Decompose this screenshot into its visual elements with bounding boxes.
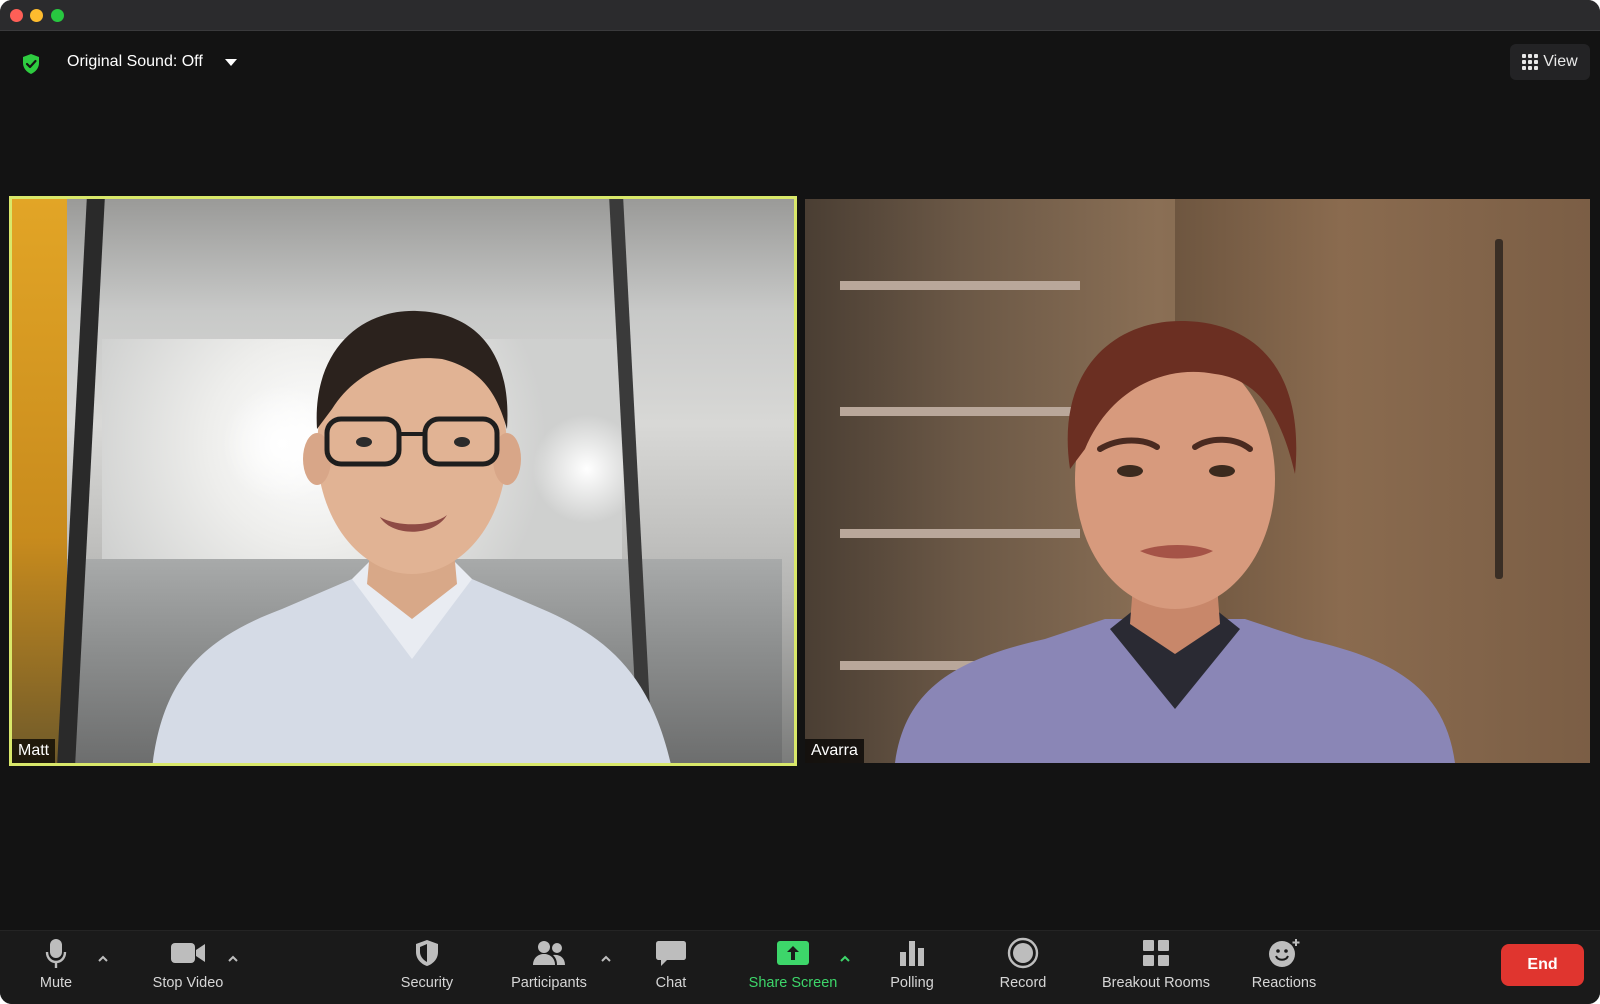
breakout-rooms-label: Breakout Rooms — [1102, 975, 1210, 991]
stop-video-label: Stop Video — [152, 975, 224, 991]
record-label: Record — [999, 975, 1047, 991]
polling-label: Polling — [890, 975, 934, 991]
security-shield-icon — [413, 931, 441, 975]
record-button[interactable]: Record — [998, 931, 1048, 1004]
video-tile-avarra[interactable]: Avarra — [805, 199, 1590, 763]
video-tile-matt[interactable]: Matt — [9, 196, 797, 766]
breakout-rooms-button[interactable]: Breakout Rooms — [1100, 931, 1212, 1004]
security-label: Security — [400, 975, 454, 991]
share-screen-label: Share Screen — [748, 975, 838, 991]
participants-icon — [531, 931, 567, 975]
end-meeting-button[interactable]: End — [1501, 944, 1584, 986]
reactions-button[interactable]: Reactions — [1251, 931, 1317, 1004]
security-button[interactable]: Security — [395, 931, 459, 1004]
original-sound-toggle[interactable]: Original Sound: Off — [67, 53, 237, 71]
cabinet-handle — [1495, 239, 1503, 579]
participant-video-matt — [152, 310, 671, 763]
breakout-rooms-icon — [1141, 931, 1171, 975]
grid-view-icon — [1522, 54, 1539, 70]
chat-label: Chat — [655, 975, 687, 991]
bar-chart-icon — [897, 931, 927, 975]
original-sound-label: Original Sound: Off — [67, 53, 203, 70]
close-window-button[interactable] — [10, 9, 23, 22]
window-titlebar — [0, 0, 1600, 31]
chevron-down-icon[interactable] — [224, 58, 237, 66]
share-screen-options-chevron-icon[interactable] — [839, 953, 851, 965]
reactions-smiley-icon — [1267, 931, 1301, 975]
mute-label: Mute — [39, 975, 73, 991]
chat-bubble-icon — [655, 931, 687, 975]
share-screen-button[interactable]: Share Screen — [746, 931, 840, 1004]
reactions-label: Reactions — [1251, 975, 1317, 991]
participants-options-chevron-icon[interactable] — [600, 953, 612, 965]
audio-options-chevron-icon[interactable] — [97, 953, 109, 965]
record-icon — [1007, 931, 1039, 975]
minimize-window-button[interactable] — [30, 9, 43, 22]
video-camera-icon — [170, 931, 206, 975]
participants-button[interactable]: Participants — [506, 931, 592, 1004]
share-screen-icon — [776, 931, 810, 975]
participants-label: Participants — [511, 975, 587, 991]
yellow-wall-panel — [12, 199, 67, 763]
microphone-icon — [44, 931, 68, 975]
participant-name-tag: Matt — [12, 739, 56, 763]
mute-button[interactable]: Mute — [34, 931, 78, 1004]
encryption-shield-icon[interactable] — [21, 53, 41, 75]
stop-video-button[interactable]: Stop Video — [140, 931, 236, 1004]
video-options-chevron-icon[interactable] — [227, 953, 239, 965]
chat-button[interactable]: Chat — [651, 931, 691, 1004]
zoom-meeting-window: Original Sound: Off View Matt Avarra Mut… — [0, 0, 1600, 1004]
meeting-toolbar: Mute Stop Video Security Participants Ch… — [0, 930, 1600, 1004]
participant-name-tag: Avarra — [805, 739, 864, 763]
participant-video-avarra — [895, 320, 1455, 763]
view-button[interactable]: View — [1510, 44, 1590, 80]
view-label: View — [1543, 53, 1578, 70]
polling-button[interactable]: Polling — [887, 931, 937, 1004]
maximize-window-button[interactable] — [51, 9, 64, 22]
